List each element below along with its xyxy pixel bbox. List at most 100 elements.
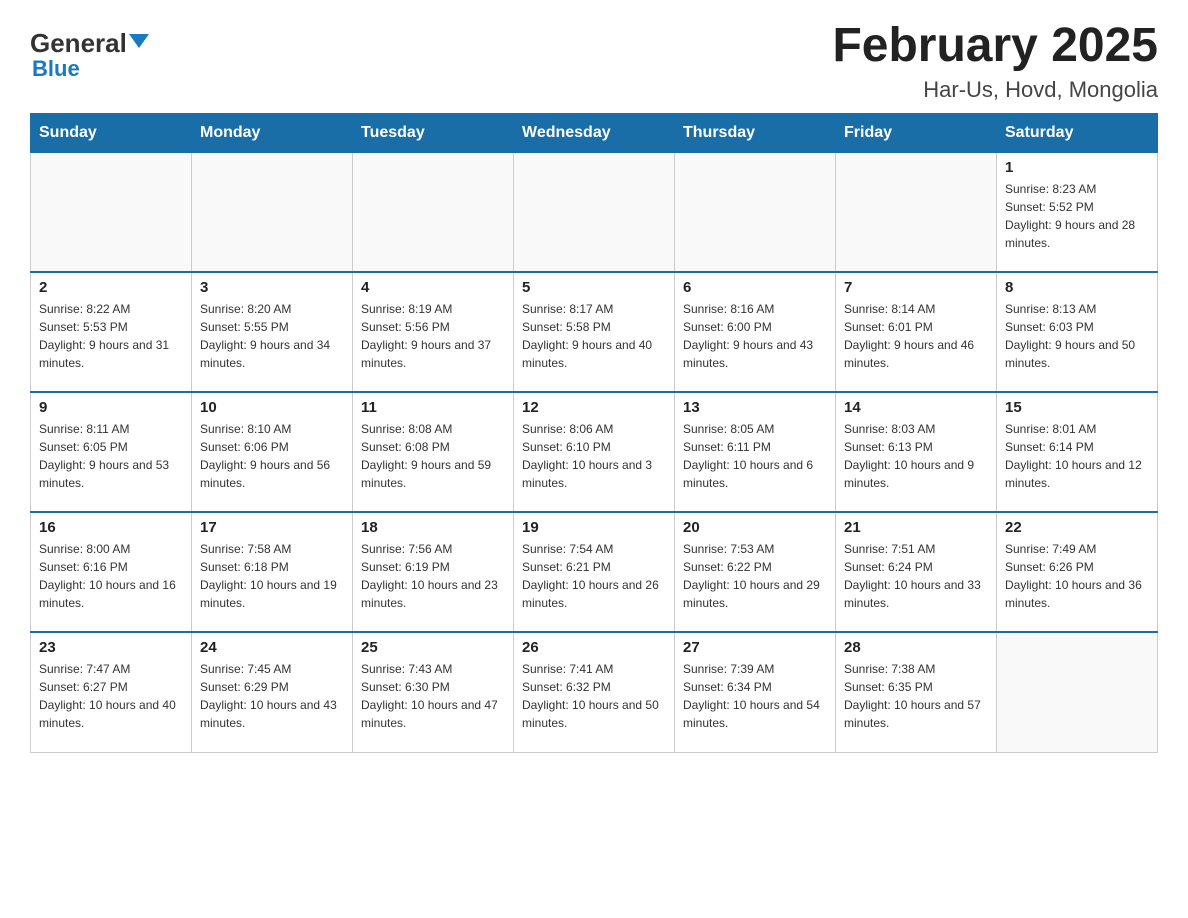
table-row: 27Sunrise: 7:39 AMSunset: 6:34 PMDayligh… (675, 632, 836, 752)
table-row: 4 Sunrise: 8:19 AMSunset: 5:56 PMDaylight… (353, 272, 514, 392)
day-info: Sunrise: 8:23 AMSunset: 5:52 PMDaylight:… (1005, 180, 1149, 252)
day-number: 5 (522, 279, 666, 296)
col-friday: Friday (836, 113, 997, 152)
table-row (997, 632, 1158, 752)
day-info: Sunrise: 7:51 AMSunset: 6:24 PMDaylight:… (844, 540, 988, 612)
day-info: Sunrise: 8:05 AMSunset: 6:11 PMDaylight:… (683, 420, 827, 492)
day-info: Sunrise: 7:41 AMSunset: 6:32 PMDaylight:… (522, 660, 666, 732)
table-row: 22 Sunrise: 7:49 AMSunset: 6:26 PMDayligh… (997, 512, 1158, 632)
day-number: 6 (683, 279, 827, 296)
table-row (353, 152, 514, 272)
col-wednesday: Wednesday (514, 113, 675, 152)
logo-triangle-icon (129, 34, 149, 48)
day-number: 26 (522, 639, 666, 656)
page-header: General Blue February 2025 Har-Us, Hovd,… (30, 20, 1158, 103)
table-row: 11Sunrise: 8:08 AMSunset: 6:08 PMDayligh… (353, 392, 514, 512)
calendar-week-row: 16 Sunrise: 8:00 AMSunset: 6:16 PMDayligh… (31, 512, 1158, 632)
col-monday: Monday (192, 113, 353, 152)
table-row: 15 Sunrise: 8:01 AMSunset: 6:14 PMDayligh… (997, 392, 1158, 512)
day-number: 28 (844, 639, 988, 656)
table-row (514, 152, 675, 272)
day-number: 17 (200, 519, 344, 536)
table-row: 21 Sunrise: 7:51 AMSunset: 6:24 PMDayligh… (836, 512, 997, 632)
day-number: 11 (361, 399, 505, 416)
day-number: 7 (844, 279, 988, 296)
day-number: 3 (200, 279, 344, 296)
day-info: Sunrise: 8:14 AMSunset: 6:01 PMDaylight:… (844, 300, 988, 372)
day-info: Sunrise: 8:16 AMSunset: 6:00 PMDaylight:… (683, 300, 827, 372)
table-row: 1 Sunrise: 8:23 AMSunset: 5:52 PMDaylight… (997, 152, 1158, 272)
table-row: 7 Sunrise: 8:14 AMSunset: 6:01 PMDaylight… (836, 272, 997, 392)
table-row: 23 Sunrise: 7:47 AMSunset: 6:27 PMDayligh… (31, 632, 192, 752)
day-number: 12 (522, 399, 666, 416)
calendar-week-row: 9 Sunrise: 8:11 AMSunset: 6:05 PMDaylight… (31, 392, 1158, 512)
table-row: 9 Sunrise: 8:11 AMSunset: 6:05 PMDaylight… (31, 392, 192, 512)
table-row: 10Sunrise: 8:10 AMSunset: 6:06 PMDayligh… (192, 392, 353, 512)
day-info: Sunrise: 7:38 AMSunset: 6:35 PMDaylight:… (844, 660, 988, 732)
day-number: 14 (844, 399, 988, 416)
table-row: 26 Sunrise: 7:41 AMSunset: 6:32 PMDayligh… (514, 632, 675, 752)
table-row: 28 Sunrise: 7:38 AMSunset: 6:35 PMDayligh… (836, 632, 997, 752)
table-row: 18 Sunrise: 7:56 AMSunset: 6:19 PMDayligh… (353, 512, 514, 632)
table-row: 5Sunrise: 8:17 AMSunset: 5:58 PMDaylight… (514, 272, 675, 392)
col-thursday: Thursday (675, 113, 836, 152)
day-info: Sunrise: 8:00 AMSunset: 6:16 PMDaylight:… (39, 540, 183, 612)
day-number: 4 (361, 279, 505, 296)
col-saturday: Saturday (997, 113, 1158, 152)
day-info: Sunrise: 8:13 AMSunset: 6:03 PMDaylight:… (1005, 300, 1149, 372)
col-sunday: Sunday (31, 113, 192, 152)
table-row: 13Sunrise: 8:05 AMSunset: 6:11 PMDayligh… (675, 392, 836, 512)
day-info: Sunrise: 8:19 AMSunset: 5:56 PMDaylight:… (361, 300, 505, 372)
logo-general: General (30, 30, 149, 56)
calendar-subtitle: Har-Us, Hovd, Mongolia (832, 77, 1158, 103)
table-row: 14 Sunrise: 8:03 AMSunset: 6:13 PMDayligh… (836, 392, 997, 512)
day-info: Sunrise: 8:20 AMSunset: 5:55 PMDaylight:… (200, 300, 344, 372)
table-row: 16 Sunrise: 8:00 AMSunset: 6:16 PMDayligh… (31, 512, 192, 632)
table-row: 25Sunrise: 7:43 AMSunset: 6:30 PMDayligh… (353, 632, 514, 752)
table-row (192, 152, 353, 272)
day-number: 21 (844, 519, 988, 536)
day-info: Sunrise: 8:01 AMSunset: 6:14 PMDaylight:… (1005, 420, 1149, 492)
day-number: 20 (683, 519, 827, 536)
day-number: 27 (683, 639, 827, 656)
day-info: Sunrise: 7:47 AMSunset: 6:27 PMDaylight:… (39, 660, 183, 732)
table-row: 17 Sunrise: 7:58 AMSunset: 6:18 PMDayligh… (192, 512, 353, 632)
day-number: 16 (39, 519, 183, 536)
day-info: Sunrise: 8:22 AMSunset: 5:53 PMDaylight:… (39, 300, 183, 372)
day-number: 22 (1005, 519, 1149, 536)
day-number: 15 (1005, 399, 1149, 416)
day-number: 8 (1005, 279, 1149, 296)
calendar-week-row: 2 Sunrise: 8:22 AMSunset: 5:53 PMDaylight… (31, 272, 1158, 392)
day-info: Sunrise: 7:58 AMSunset: 6:18 PMDaylight:… (200, 540, 344, 612)
day-number: 9 (39, 399, 183, 416)
table-row: 12 Sunrise: 8:06 AMSunset: 6:10 PMDayligh… (514, 392, 675, 512)
calendar-header-row: Sunday Monday Tuesday Wednesday Thursday… (31, 113, 1158, 152)
day-info: Sunrise: 7:43 AMSunset: 6:30 PMDaylight:… (361, 660, 505, 732)
table-row (836, 152, 997, 272)
day-info: Sunrise: 7:56 AMSunset: 6:19 PMDaylight:… (361, 540, 505, 612)
day-info: Sunrise: 8:11 AMSunset: 6:05 PMDaylight:… (39, 420, 183, 492)
day-number: 18 (361, 519, 505, 536)
day-info: Sunrise: 7:54 AMSunset: 6:21 PMDaylight:… (522, 540, 666, 612)
day-info: Sunrise: 8:06 AMSunset: 6:10 PMDaylight:… (522, 420, 666, 492)
day-info: Sunrise: 8:10 AMSunset: 6:06 PMDaylight:… (200, 420, 344, 492)
day-number: 19 (522, 519, 666, 536)
day-number: 1 (1005, 159, 1149, 176)
table-row (31, 152, 192, 272)
day-info: Sunrise: 8:03 AMSunset: 6:13 PMDaylight:… (844, 420, 988, 492)
table-row: 6 Sunrise: 8:16 AMSunset: 6:00 PMDaylight… (675, 272, 836, 392)
table-row: 20Sunrise: 7:53 AMSunset: 6:22 PMDayligh… (675, 512, 836, 632)
table-row (675, 152, 836, 272)
day-number: 2 (39, 279, 183, 296)
day-number: 23 (39, 639, 183, 656)
day-number: 24 (200, 639, 344, 656)
table-row: 19 Sunrise: 7:54 AMSunset: 6:21 PMDayligh… (514, 512, 675, 632)
table-row: 24 Sunrise: 7:45 AMSunset: 6:29 PMDayligh… (192, 632, 353, 752)
col-tuesday: Tuesday (353, 113, 514, 152)
calendar-table: Sunday Monday Tuesday Wednesday Thursday… (30, 113, 1158, 753)
logo: General Blue (30, 20, 149, 82)
day-info: Sunrise: 7:49 AMSunset: 6:26 PMDaylight:… (1005, 540, 1149, 612)
table-row: 2 Sunrise: 8:22 AMSunset: 5:53 PMDaylight… (31, 272, 192, 392)
logo-blue: Blue (32, 56, 80, 82)
day-info: Sunrise: 7:45 AMSunset: 6:29 PMDaylight:… (200, 660, 344, 732)
